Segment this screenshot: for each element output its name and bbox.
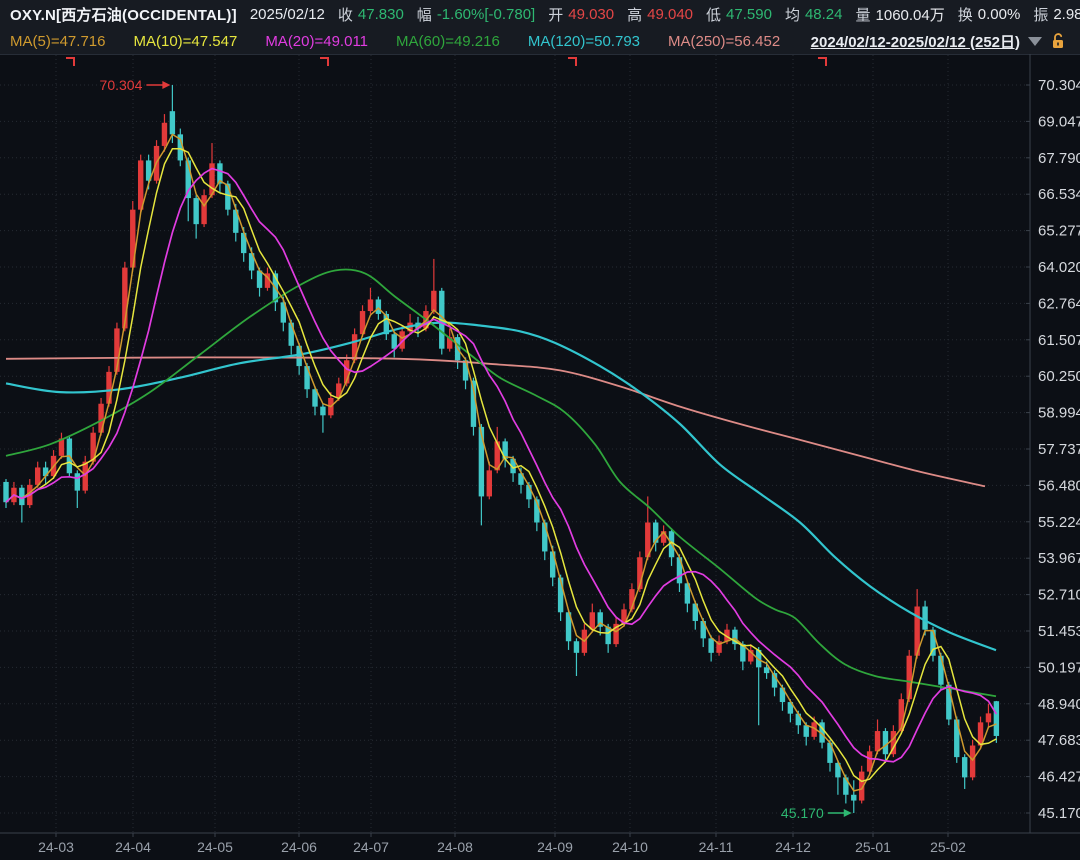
svg-text:61.507: 61.507: [1038, 332, 1080, 349]
svg-text:50.197: 50.197: [1038, 659, 1080, 676]
svg-text:24-03: 24-03: [38, 839, 74, 855]
svg-text:24-12: 24-12: [775, 839, 811, 855]
svg-text:25-02: 25-02: [930, 839, 966, 855]
svg-text:66.534: 66.534: [1038, 186, 1080, 203]
svg-text:57.737: 57.737: [1038, 441, 1080, 458]
period-low-price-label: 45.170: [781, 805, 824, 821]
svg-text:45.170: 45.170: [1038, 805, 1080, 822]
svg-text:65.277: 65.277: [1038, 223, 1080, 240]
ma-line-ma120: [5, 321, 997, 652]
svg-text:51.453: 51.453: [1038, 623, 1080, 640]
event-markers: [66, 57, 827, 66]
ma-line-ma10: [5, 148, 997, 783]
period-high-price-label: 70.304: [100, 77, 143, 93]
svg-text:24-07: 24-07: [353, 839, 389, 855]
svg-text:56.480: 56.480: [1038, 477, 1080, 494]
svg-text:70.304: 70.304: [1038, 77, 1080, 94]
svg-text:53.967: 53.967: [1038, 550, 1080, 567]
ma-lines: [5, 133, 998, 792]
svg-text:67.790: 67.790: [1038, 150, 1080, 167]
y-axis-labels: 70.304 69.047 67.790 66.534 65.277 64.020 62.7…: [1038, 77, 1080, 822]
svg-text:24-08: 24-08: [437, 839, 473, 855]
svg-text:25-01: 25-01: [855, 839, 891, 855]
svg-text:62.764: 62.764: [1038, 295, 1080, 312]
ma-line-ma5: [5, 133, 997, 792]
svg-text:24-09: 24-09: [537, 839, 573, 855]
svg-text:47.683: 47.683: [1038, 732, 1080, 749]
svg-text:24-04: 24-04: [115, 839, 151, 855]
svg-text:58.994: 58.994: [1038, 405, 1080, 422]
svg-text:24-06: 24-06: [281, 839, 317, 855]
svg-text:64.020: 64.020: [1038, 259, 1080, 276]
svg-text:52.710: 52.710: [1038, 587, 1080, 604]
svg-text:46.427: 46.427: [1038, 769, 1080, 786]
ma-line-ma20: [5, 167, 998, 763]
svg-text:55.224: 55.224: [1038, 514, 1080, 531]
svg-text:60.250: 60.250: [1038, 368, 1080, 385]
x-axis-labels: 24-03 24-04 24-05 24-06 24-07 24-08 24-09 24-10…: [38, 839, 966, 855]
stock-chart-window: OXY.N[西方石油(OCCIDENTAL)] 2025/02/12 收 47.8…: [0, 0, 1080, 860]
price-chart[interactable]: 70.304 69.047 67.790 66.534 65.277 64.020 62.7…: [0, 0, 1080, 860]
svg-text:24-05: 24-05: [197, 839, 233, 855]
svg-text:69.047: 69.047: [1038, 113, 1080, 130]
svg-text:24-10: 24-10: [612, 839, 648, 855]
ma-line-ma60: [5, 268, 997, 698]
svg-text:48.940: 48.940: [1038, 696, 1080, 713]
svg-text:24-11: 24-11: [699, 839, 734, 855]
